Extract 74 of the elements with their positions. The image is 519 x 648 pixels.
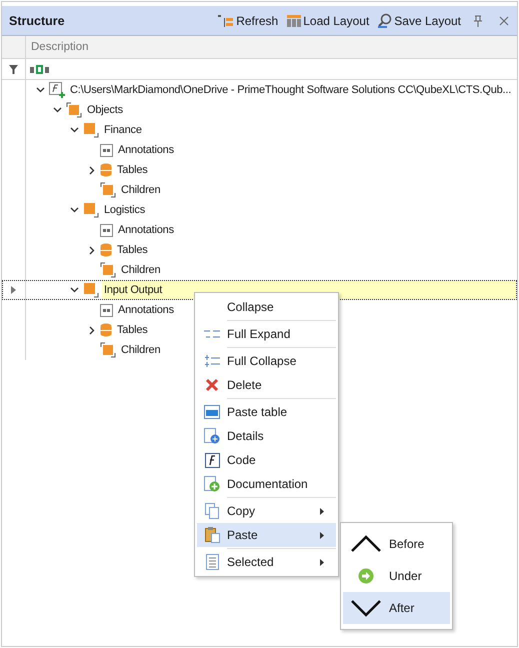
text-box-icon <box>100 144 113 156</box>
nested-square-icon <box>100 182 116 198</box>
tree-item-label[interactable]: Children <box>119 184 162 196</box>
menu-item[interactable]: Full Expand <box>197 322 336 346</box>
menu-item[interactable]: Under <box>343 560 450 592</box>
load-layout-button[interactable]: Load Layout <box>286 14 370 28</box>
menu-item[interactable]: Full Collapse <box>197 349 336 373</box>
tree-lines-icon <box>217 14 236 28</box>
collapse-chevron-icon[interactable] <box>70 207 79 213</box>
collapse-chevron-icon[interactable] <box>70 287 79 293</box>
nested-square-icon <box>66 102 82 118</box>
menu-item[interactable]: Documentation <box>197 472 336 496</box>
expand-chevron-icon[interactable] <box>88 326 94 334</box>
tree-item-label[interactable]: Finance <box>102 124 144 136</box>
chevron-up-icon <box>350 535 382 553</box>
square-icon <box>83 202 99 218</box>
nested-square-icon <box>100 342 116 358</box>
nested-square-icon <box>100 262 116 278</box>
expand-lines-icon <box>204 330 220 338</box>
pin-icon[interactable] <box>473 14 483 26</box>
delete-icon <box>205 378 219 392</box>
columns-icon <box>286 14 302 28</box>
square-icon <box>83 282 99 298</box>
text-box-icon <box>100 224 113 236</box>
filter-icon[interactable] <box>9 64 18 74</box>
spreadsheet-file-icon <box>204 405 220 419</box>
tree-item-label[interactable]: Annotations <box>116 144 176 156</box>
row-indicator-icon <box>11 286 16 294</box>
chevron-down-icon <box>350 599 382 617</box>
database-icon <box>100 323 112 337</box>
text-box-icon <box>100 304 113 316</box>
tree-item-label[interactable]: Logistics <box>102 204 147 216</box>
tree-item-label[interactable]: Objects <box>85 104 125 116</box>
collapse-chevron-icon[interactable] <box>70 127 79 133</box>
collapse-chevron-icon[interactable] <box>53 107 62 113</box>
collapse-lines-icon <box>204 355 220 367</box>
copy-icon <box>204 503 220 519</box>
tree-item-label[interactable]: Children <box>119 264 162 276</box>
expand-chevron-icon[interactable] <box>88 166 94 174</box>
clipboard-icon <box>204 527 220 543</box>
menu-item[interactable]: Paste <box>197 523 336 547</box>
refresh-button[interactable]: Refresh <box>217 14 278 28</box>
square-icon <box>83 122 99 138</box>
save-layout-button[interactable]: Save Layout <box>377 12 461 28</box>
panel-title: Structure <box>9 14 65 28</box>
text-filter-icon[interactable] <box>30 64 50 74</box>
tree-item-label[interactable]: Tables <box>115 164 150 176</box>
menu-item[interactable]: Selected <box>197 550 336 574</box>
menu-item[interactable]: After <box>343 592 450 624</box>
menu-item[interactable]: Code <box>197 448 336 472</box>
menu-item[interactable]: Copy <box>197 499 336 523</box>
close-icon[interactable] <box>499 16 509 26</box>
tree-item-label[interactable]: Children <box>119 344 162 356</box>
database-icon <box>100 163 112 177</box>
menu-item[interactable]: Before <box>343 528 450 560</box>
tree-item-label[interactable]: Tables <box>115 324 150 336</box>
tree-item-label[interactable]: C:\Users\MarkDiamond\OneDrive - PrimeThought Software Solutions CC\QubeXL\CTS.Qub... <box>68 84 514 96</box>
tree-item-label[interactable]: Annotations <box>116 304 176 316</box>
formula-icon <box>204 452 220 468</box>
database-icon <box>100 243 112 257</box>
menu-item[interactable]: Details <box>197 424 336 448</box>
menu-item[interactable]: Delete <box>197 373 336 397</box>
expand-chevron-icon[interactable] <box>88 246 94 254</box>
document-plus-icon <box>204 428 220 444</box>
column-header[interactable]: Description <box>26 36 517 59</box>
document-icon <box>206 554 218 570</box>
document-plus-icon <box>204 476 220 492</box>
menu-item[interactable]: Paste table <box>197 400 336 424</box>
magnifier-icon <box>377 12 394 28</box>
formula-icon <box>49 82 65 98</box>
collapse-chevron-icon[interactable] <box>36 87 45 93</box>
tree-item-label[interactable]: Annotations <box>116 224 176 236</box>
arrow-circle-icon <box>358 568 374 584</box>
tree-item-label[interactable]: Tables <box>115 244 150 256</box>
